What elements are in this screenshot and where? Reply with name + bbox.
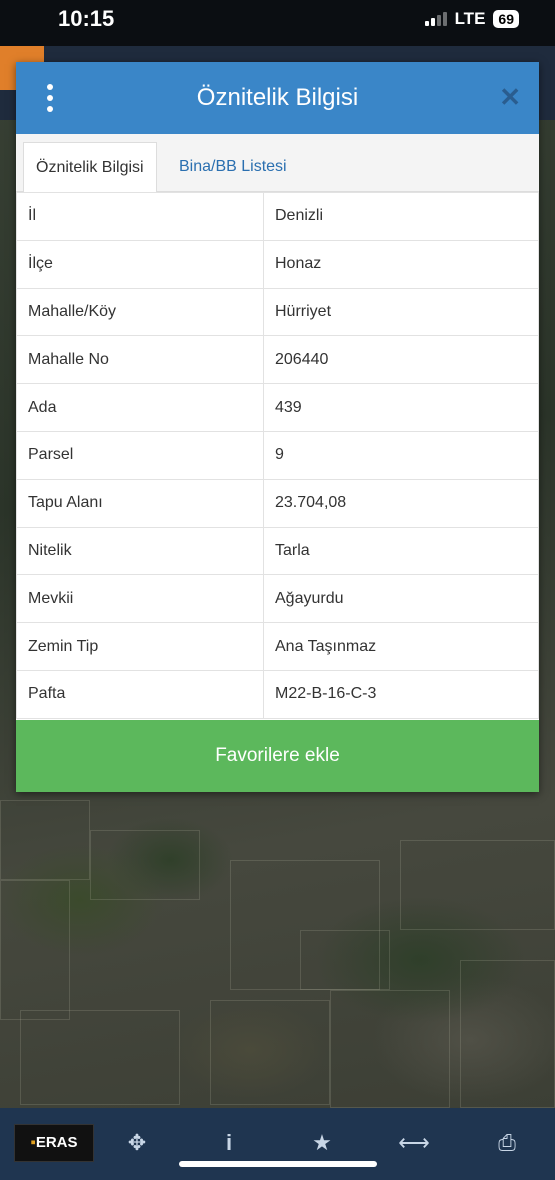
battery-icon: 69	[493, 10, 519, 28]
attribute-key: Tapu Alanı	[16, 478, 264, 528]
status-time: 10:15	[58, 6, 115, 31]
tab-attribute-info[interactable]: Öznitelik Bilgisi	[23, 142, 157, 192]
signal-icon	[424, 12, 447, 26]
table-row: Ada 439	[16, 383, 539, 432]
measure-icon[interactable]: ⟷	[394, 1130, 434, 1156]
add-favorite-button[interactable]: Favorilere ekle	[16, 720, 539, 792]
bottom-nav: ▪ERAS ✥ i ★ ⟷ ⎙	[0, 1108, 555, 1180]
attribute-key: Ada	[16, 383, 264, 432]
attribute-table: İl Denizli İlçe Honaz Mahalle/Köy Hürriyet Mah…	[16, 192, 539, 719]
attribute-dialog: Öznitelik Bilgisi ✕ Öznitelik Bilgisi Bi…	[16, 62, 539, 792]
attribute-key: Nitelik	[16, 526, 264, 576]
attribute-value: M22-B-16-C-3	[263, 669, 539, 719]
info-icon[interactable]: i	[209, 1130, 249, 1156]
table-row: Nitelik Tarla	[16, 526, 539, 576]
attribute-value: Denizli	[263, 192, 539, 241]
eras-logo: ▪ERAS	[14, 1124, 94, 1162]
tab-building-list[interactable]: Bina/BB Listesi	[167, 142, 299, 192]
attribute-key: Zemin Tip	[16, 622, 264, 671]
tab-bar: Öznitelik Bilgisi Bina/BB Listesi	[16, 134, 539, 192]
dialog-title: Öznitelik Bilgisi	[196, 84, 359, 111]
home-indicator[interactable]	[179, 1161, 377, 1167]
attribute-key: İlçe	[16, 239, 264, 289]
attribute-value: Honaz	[263, 239, 539, 289]
table-row: Mahalle/Köy Hürriyet	[16, 287, 539, 337]
dialog-header: Öznitelik Bilgisi ✕	[16, 62, 539, 134]
close-icon[interactable]: ✕	[499, 84, 521, 110]
attribute-value: Tarla	[263, 526, 539, 576]
network-label: LTE	[454, 9, 486, 28]
attribute-value: Ana Taşınmaz	[263, 622, 539, 671]
attribute-key: Mevkii	[16, 574, 264, 624]
table-row: Tapu Alanı 23.704,08	[16, 478, 539, 528]
attribute-value: 9	[263, 430, 539, 480]
table-row: Mahalle No 206440	[16, 335, 539, 385]
table-row: Zemin Tip Ana Taşınmaz	[16, 622, 539, 671]
table-row: Mevkii Ağayurdu	[16, 574, 539, 624]
attribute-key: Pafta	[16, 669, 264, 719]
attribute-value: Ağayurdu	[263, 574, 539, 624]
attribute-key: Parsel	[16, 430, 264, 480]
attribute-value: Hürriyet	[263, 287, 539, 337]
attribute-value: 23.704,08	[263, 478, 539, 528]
attribute-key: Mahalle/Köy	[16, 287, 264, 337]
table-row: Parsel 9	[16, 430, 539, 480]
move-icon[interactable]: ✥	[117, 1130, 157, 1156]
star-icon[interactable]: ★	[302, 1130, 342, 1156]
attribute-key: Mahalle No	[16, 335, 264, 385]
attribute-value: 439	[263, 383, 539, 432]
status-bar: 10:15 LTE 69	[0, 0, 555, 46]
table-row: İlçe Honaz	[16, 239, 539, 289]
attribute-key: İl	[16, 192, 264, 241]
table-row: İl Denizli	[16, 192, 539, 241]
table-row: Pafta M22-B-16-C-3	[16, 669, 539, 719]
attribute-value: 206440	[263, 335, 539, 385]
print-icon[interactable]: ⎙	[487, 1130, 527, 1156]
